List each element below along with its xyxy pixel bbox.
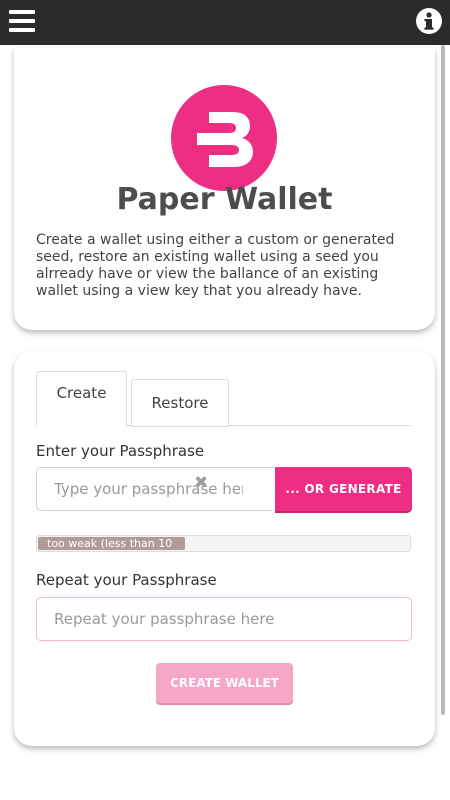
intro-description: Create a wallet using either a custom or… [36,232,395,299]
menu-line [9,19,35,23]
passphrase-input[interactable] [36,467,273,511]
repeat-passphrase-input[interactable] [36,597,412,641]
wallet-form-card: Create Restore Enter your Passphrase ✖ .… [14,351,435,746]
generate-button[interactable]: ... OR GENERATE [275,467,412,511]
hamburger-menu-icon[interactable] [9,9,35,33]
repeat-passphrase-label: Repeat your Passphrase [36,571,217,589]
strength-text: too weak (less than 10 [47,537,173,550]
tab-restore[interactable]: Restore [131,379,229,427]
clear-icon[interactable]: ✖ [194,473,208,493]
menu-line [9,10,35,14]
tab-create[interactable]: Create [36,371,127,427]
info-icon-graphic [416,8,442,34]
menu-line [9,28,35,32]
create-wallet-button[interactable]: CREATE WALLET [156,663,293,703]
logo-graphic [171,85,277,191]
intro-card: Paper Wallet Create a wallet using eithe… [14,48,435,330]
info-icon[interactable] [415,7,443,35]
bytecoin-logo-icon [171,85,277,191]
top-bar [0,0,450,45]
page-scrollbar[interactable] [441,45,445,715]
page-title: Paper Wallet [116,182,333,217]
strength-meter: too weak (less than 10 [36,535,411,552]
passphrase-label: Enter your Passphrase [36,442,205,460]
